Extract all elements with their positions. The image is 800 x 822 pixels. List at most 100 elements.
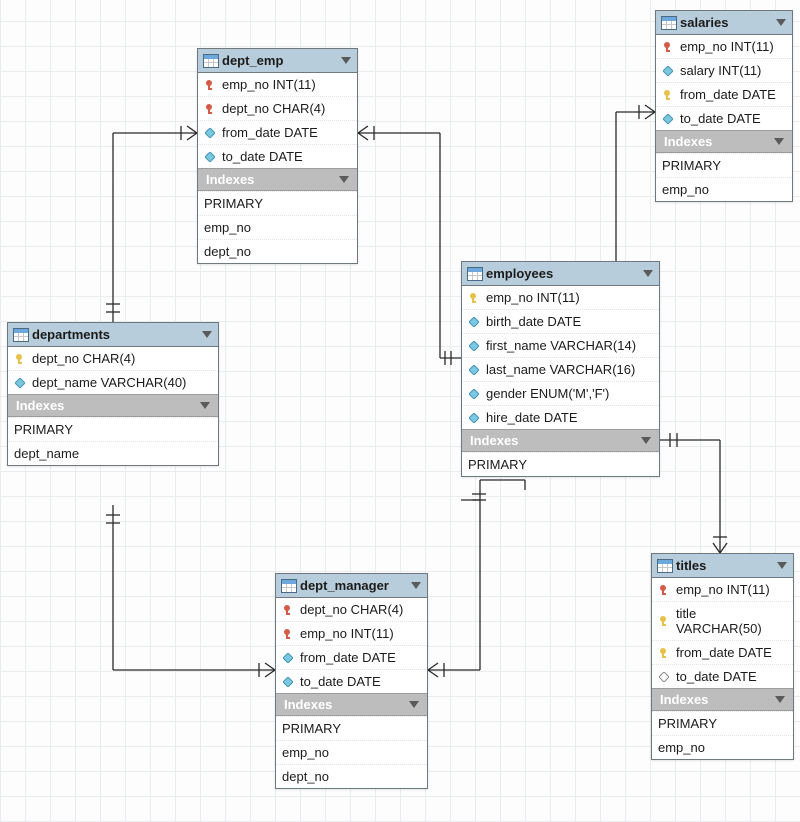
column-text: dept_no CHAR(4) <box>32 351 135 366</box>
indexes-header[interactable]: Indexes <box>198 168 357 191</box>
table-header[interactable]: dept_manager <box>276 574 427 598</box>
table-column[interactable]: birth_date DATE <box>462 309 659 333</box>
table-dept_manager[interactable]: dept_manager dept_no CHAR(4) emp_no INT(… <box>275 573 428 789</box>
index-item[interactable]: PRIMARY <box>276 716 427 740</box>
table-dept_emp[interactable]: dept_emp emp_no INT(11) dept_no CHAR(4) … <box>197 48 358 264</box>
table-column[interactable]: hire_date DATE <box>462 405 659 429</box>
index-list: PRIMARY emp_no <box>652 711 793 759</box>
table-column[interactable]: emp_no INT(11) <box>652 578 793 601</box>
table-column[interactable]: from_date DATE <box>276 645 427 669</box>
table-header[interactable]: titles <box>652 554 793 578</box>
table-column[interactable]: dept_no CHAR(4) <box>198 96 357 120</box>
table-header[interactable]: departments <box>8 323 218 347</box>
column-list: dept_no CHAR(4) dept_name VARCHAR(40) <box>8 347 218 394</box>
table-column[interactable]: title VARCHAR(50) <box>652 601 793 640</box>
er-diagram-canvas[interactable]: dept_emp emp_no INT(11) dept_no CHAR(4) … <box>0 0 800 822</box>
table-header[interactable]: salaries <box>656 11 792 35</box>
indexes-header[interactable]: Indexes <box>8 394 218 417</box>
table-title: employees <box>482 266 643 281</box>
index-item[interactable]: dept_no <box>276 764 427 788</box>
table-departments[interactable]: departments dept_no CHAR(4) dept_name VA… <box>7 322 219 466</box>
table-column[interactable]: gender ENUM('M','F') <box>462 381 659 405</box>
index-item[interactable]: emp_no <box>276 740 427 764</box>
table-header[interactable]: dept_emp <box>198 49 357 73</box>
column-text: to_date DATE <box>222 149 303 164</box>
table-title: salaries <box>676 15 776 30</box>
column-text: salary INT(11) <box>680 63 761 78</box>
column-list: dept_no CHAR(4) emp_no INT(11) from_date… <box>276 598 427 693</box>
index-item[interactable]: dept_name <box>8 441 218 465</box>
table-column[interactable]: from_date DATE <box>652 640 793 664</box>
chevron-down-icon[interactable] <box>341 57 351 64</box>
table-icon <box>14 329 28 341</box>
diamond-solid-icon <box>204 150 216 164</box>
chevron-down-icon[interactable] <box>643 270 653 277</box>
column-text: to_date DATE <box>676 669 757 684</box>
table-column[interactable]: first_name VARCHAR(14) <box>462 333 659 357</box>
table-title: departments <box>28 327 202 342</box>
table-column[interactable]: to_date DATE <box>198 144 357 168</box>
table-column[interactable]: to_date DATE <box>652 664 793 688</box>
index-item[interactable]: PRIMARY <box>462 452 659 476</box>
column-list: emp_no INT(11) salary INT(11) from_date … <box>656 35 792 130</box>
column-text: emp_no INT(11) <box>300 626 394 641</box>
key-yellow-icon <box>468 291 480 305</box>
column-text: from_date DATE <box>300 650 396 665</box>
index-item[interactable]: emp_no <box>656 177 792 201</box>
diamond-solid-icon <box>468 339 480 353</box>
diamond-solid-icon <box>204 126 216 140</box>
column-text: emp_no INT(11) <box>222 77 316 92</box>
diamond-solid-icon <box>282 675 294 689</box>
indexes-header[interactable]: Indexes <box>652 688 793 711</box>
index-list: PRIMARY dept_name <box>8 417 218 465</box>
table-header[interactable]: employees <box>462 262 659 286</box>
table-column[interactable]: dept_no CHAR(4) <box>276 598 427 621</box>
index-item[interactable]: PRIMARY <box>656 153 792 177</box>
diamond-solid-icon <box>468 411 480 425</box>
table-salaries[interactable]: salaries emp_no INT(11) salary INT(11) f… <box>655 10 793 202</box>
table-icon <box>662 17 676 29</box>
table-column[interactable]: dept_name VARCHAR(40) <box>8 370 218 394</box>
column-text: emp_no INT(11) <box>680 39 774 54</box>
indexes-header[interactable]: Indexes <box>462 429 659 452</box>
table-column[interactable]: dept_no CHAR(4) <box>8 347 218 370</box>
index-item[interactable]: emp_no <box>198 215 357 239</box>
table-column[interactable]: from_date DATE <box>198 120 357 144</box>
column-text: from_date DATE <box>676 645 772 660</box>
indexes-header[interactable]: Indexes <box>276 693 427 716</box>
index-item[interactable]: dept_no <box>198 239 357 263</box>
table-column[interactable]: emp_no INT(11) <box>276 621 427 645</box>
table-column[interactable]: last_name VARCHAR(16) <box>462 357 659 381</box>
index-list: PRIMARY emp_no dept_no <box>276 716 427 788</box>
index-item[interactable]: PRIMARY <box>8 417 218 441</box>
indexes-header[interactable]: Indexes <box>656 130 792 153</box>
table-column[interactable]: to_date DATE <box>276 669 427 693</box>
index-item[interactable]: emp_no <box>652 735 793 759</box>
index-item[interactable]: PRIMARY <box>198 191 357 215</box>
table-column[interactable]: emp_no INT(11) <box>462 286 659 309</box>
chevron-down-icon[interactable] <box>411 582 421 589</box>
table-icon <box>204 55 218 67</box>
table-column[interactable]: salary INT(11) <box>656 58 792 82</box>
column-text: emp_no INT(11) <box>486 290 580 305</box>
chevron-down-icon[interactable] <box>776 19 786 26</box>
table-column[interactable]: emp_no INT(11) <box>198 73 357 96</box>
table-column[interactable]: emp_no INT(11) <box>656 35 792 58</box>
index-item[interactable]: PRIMARY <box>652 711 793 735</box>
table-employees[interactable]: employees emp_no INT(11) birth_date DATE… <box>461 261 660 477</box>
diamond-solid-icon <box>282 651 294 665</box>
chevron-down-icon <box>641 437 651 444</box>
table-icon <box>658 560 672 572</box>
chevron-down-icon[interactable] <box>202 331 212 338</box>
column-list: emp_no INT(11) title VARCHAR(50) from_da… <box>652 578 793 688</box>
chevron-down-icon <box>774 138 784 145</box>
diamond-solid-icon <box>468 387 480 401</box>
chevron-down-icon <box>200 402 210 409</box>
table-title: dept_manager <box>296 578 411 593</box>
table-column[interactable]: to_date DATE <box>656 106 792 130</box>
table-column[interactable]: from_date DATE <box>656 82 792 106</box>
table-titles[interactable]: titles emp_no INT(11) title VARCHAR(50) … <box>651 553 794 760</box>
diamond-hollow-icon <box>658 670 670 684</box>
key-red-icon <box>204 102 216 116</box>
chevron-down-icon[interactable] <box>777 562 787 569</box>
